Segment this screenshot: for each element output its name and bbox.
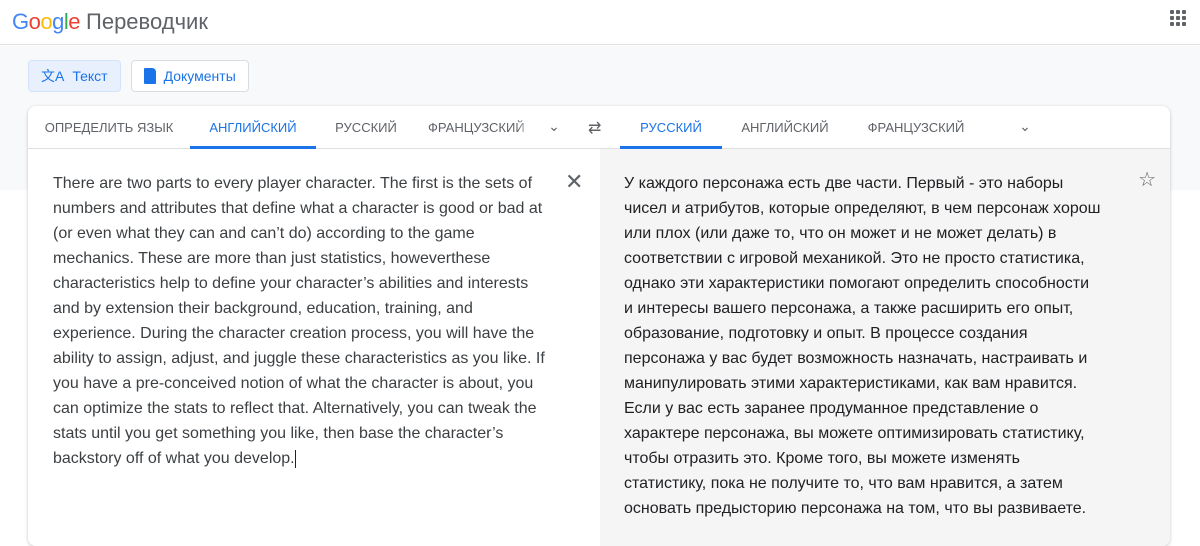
text-line: can optimize the stats to reflect that. … bbox=[53, 400, 537, 417]
text-line: или плох (или даже то, что он может и не… bbox=[624, 225, 1057, 242]
tab-source-french[interactable]: Французский bbox=[428, 106, 533, 149]
text-line: (or even what they can and can’t do) acc… bbox=[53, 225, 475, 242]
google-logo[interactable]: Google bbox=[12, 9, 81, 35]
apps-grid-icon[interactable] bbox=[1170, 10, 1186, 26]
documents-mode-button[interactable]: Документы bbox=[130, 60, 249, 92]
documents-mode-label: Документы bbox=[163, 68, 236, 84]
text-line: У каждого персонажа есть две части. Перв… bbox=[624, 175, 1064, 192]
text-line: однако эти характеристики помогают опред… bbox=[624, 275, 1090, 292]
text-line: соответствии с игровой механикой. Это не… bbox=[624, 250, 1085, 267]
text-line: персонажа у вас будет возможность назнач… bbox=[624, 350, 1088, 367]
tab-target-russian[interactable]: Русский bbox=[620, 106, 722, 149]
text-line: There are two parts to every player char… bbox=[53, 175, 533, 192]
translator-card: Определить язык Английский Русский Франц… bbox=[28, 106, 1170, 546]
text-line: ability to assign, adjust, and juggle th… bbox=[53, 350, 545, 367]
text-line: stats until you get something you like, … bbox=[53, 425, 504, 442]
text-line: numbers and attributes that define what … bbox=[53, 200, 543, 217]
swap-languages-icon[interactable]: ⇄ bbox=[588, 118, 601, 138]
source-panel[interactable]: There are two parts to every player char… bbox=[28, 149, 600, 546]
chevron-down-icon[interactable]: ⌄ bbox=[1016, 118, 1034, 136]
product-name: Переводчик bbox=[86, 9, 208, 34]
text-line: основать предысторию персонажа на том, ч… bbox=[624, 500, 1087, 517]
tab-source-english[interactable]: Английский bbox=[190, 106, 316, 149]
close-icon[interactable]: ✕ bbox=[565, 169, 583, 195]
header: Google Переводчик bbox=[0, 0, 1200, 45]
text-line: образование, подготовку и опыт. В процес… bbox=[624, 325, 1028, 342]
text-line: чтобы отразить это. Кроме того, вы может… bbox=[624, 450, 1020, 467]
target-panel: У каждого персонажа есть две части. Перв… bbox=[600, 149, 1170, 546]
text-mode-button[interactable]: 文A Текст bbox=[28, 60, 121, 92]
text-line: статистику, пока не получите то, что вам… bbox=[624, 475, 1063, 492]
text-line: манипулировать этими характеристиками, к… bbox=[624, 375, 1078, 392]
text-line: mechanics. These are more than just stat… bbox=[53, 250, 491, 267]
text-line: Если у вас есть заранее продуманное пред… bbox=[624, 400, 1039, 417]
source-text-input[interactable]: There are two parts to every player char… bbox=[53, 171, 545, 471]
document-icon bbox=[143, 68, 156, 84]
text-line: характере персонажа, вы можете оптимизир… bbox=[624, 425, 1085, 442]
translate-icon: 文A bbox=[41, 68, 65, 84]
tab-target-french[interactable]: Французский bbox=[856, 106, 976, 149]
star-icon[interactable]: ☆ bbox=[1138, 167, 1156, 192]
tab-source-russian[interactable]: Русский bbox=[316, 106, 416, 149]
text-line: experience. During the character creatio… bbox=[53, 325, 535, 342]
text-mode-label: Текст bbox=[72, 68, 108, 84]
text-line: чисел и атрибутов, которые определяют, в… bbox=[624, 200, 1101, 217]
text-line: и интересы вашего персонажа, а также рас… bbox=[624, 300, 1074, 317]
text-cursor bbox=[294, 449, 296, 468]
language-tabs: Определить язык Английский Русский Франц… bbox=[28, 106, 1170, 149]
text-line: backstory off of what you develop. bbox=[53, 449, 296, 468]
chevron-down-icon[interactable]: ⌄ bbox=[545, 118, 563, 136]
tab-target-english[interactable]: Английский bbox=[728, 106, 842, 149]
text-line: you have a pre-conceived notion of what … bbox=[53, 375, 534, 392]
text-line: characteristics help to define your char… bbox=[53, 275, 529, 292]
translation-output: У каждого персонажа есть две части. Перв… bbox=[624, 171, 1100, 521]
text-line: and by extension their background, educa… bbox=[53, 300, 473, 317]
tab-detect-language[interactable]: Определить язык bbox=[28, 106, 190, 149]
